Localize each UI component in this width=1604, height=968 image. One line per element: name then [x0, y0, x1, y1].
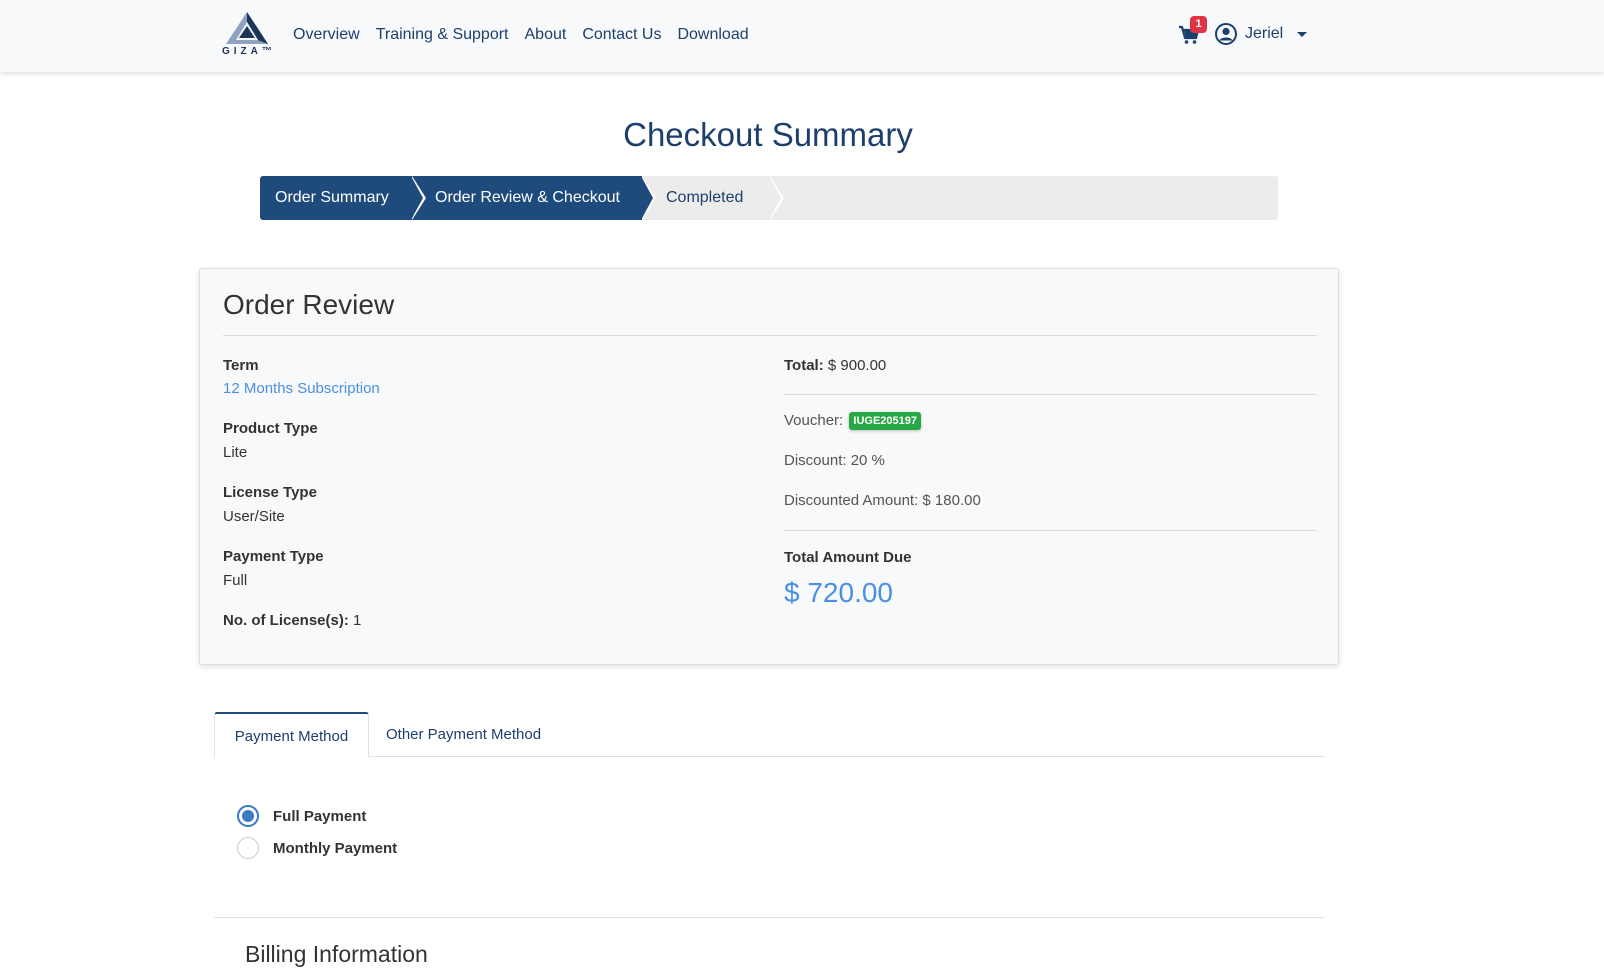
radio-button[interactable]	[237, 837, 259, 859]
divider	[223, 335, 1317, 336]
step-arrow	[411, 176, 423, 220]
cart-count-badge: 1	[1190, 16, 1207, 33]
nav-download[interactable]: Download	[677, 24, 748, 46]
licenses-label: No. of License(s):	[223, 612, 349, 629]
billing-information-title: Billing Information	[245, 941, 428, 967]
full-payment-label: Full Payment	[273, 807, 367, 825]
discounted-amount-label: Discounted Amount:	[784, 492, 919, 509]
order-review-title: Order Review	[223, 289, 395, 320]
discount-row: Discount: 20 %	[784, 452, 885, 469]
license-type-label: License Type	[223, 484, 317, 501]
tab-payment-method[interactable]: Payment Method	[214, 712, 369, 757]
step-order-review-checkout[interactable]: Order Review & Checkout	[412, 176, 642, 220]
term-value[interactable]: 12 Months Subscription	[223, 380, 380, 397]
logo-text: GIZA™	[222, 46, 276, 57]
licenses-row: No. of License(s): 1	[223, 612, 361, 629]
discounted-amount-row: Discounted Amount: $ 180.00	[784, 492, 981, 509]
total-value: $ 900.00	[827, 357, 887, 374]
payment-type-label: Payment Type	[223, 548, 324, 565]
licenses-value: 1	[353, 612, 362, 629]
step-arrow	[769, 176, 781, 220]
user-menu[interactable]: Jeriel	[1215, 23, 1308, 45]
nav-links: Overview Training & Support About Contac…	[293, 24, 765, 46]
radio-monthly-payment[interactable]: Monthly Payment	[237, 837, 397, 859]
nav-about[interactable]: About	[525, 24, 567, 46]
voucher-label: Voucher:	[784, 412, 844, 429]
total-due-label: Total Amount Due	[784, 549, 912, 566]
order-review-card: Order Review Term 12 Months Subscription…	[199, 268, 1339, 665]
voucher-badge: IUGE205197	[849, 412, 921, 431]
product-type-label: Product Type	[223, 420, 318, 437]
voucher-row: Voucher: IUGE205197	[784, 412, 921, 431]
radio-full-payment[interactable]: Full Payment	[237, 805, 366, 827]
nav-contact-us[interactable]: Contact Us	[582, 24, 661, 46]
tab-other-payment-method[interactable]: Other Payment Method	[386, 712, 541, 757]
product-type-value: Lite	[223, 444, 248, 461]
divider	[784, 530, 1317, 531]
giza-logo-mark	[226, 12, 268, 44]
divider	[784, 394, 1317, 395]
monthly-payment-label: Monthly Payment	[273, 839, 398, 857]
step-arrow	[641, 176, 653, 220]
total-due-amount: $ 720.00	[784, 577, 893, 608]
payment-type-value: Full	[223, 572, 248, 589]
user-circle-icon	[1215, 23, 1237, 45]
radio-button-checked[interactable]	[237, 805, 259, 827]
discount-value: 20 %	[850, 452, 885, 469]
total-row: Total: $ 900.00	[784, 357, 886, 374]
total-label: Total:	[784, 357, 824, 374]
divider	[214, 917, 1325, 918]
nav-overview[interactable]: Overview	[293, 24, 360, 46]
user-name: Jeriel	[1245, 25, 1284, 42]
discount-label: Discount:	[784, 452, 847, 469]
top-navbar: GIZA™ Overview Training & Support About …	[0, 0, 1604, 72]
payment-tabs: Payment Method Other Payment Method	[214, 712, 1325, 757]
discounted-amount-value: $ 180.00	[922, 492, 981, 509]
page-title: Checkout Summary	[623, 116, 913, 153]
giza-logo[interactable]: GIZA™	[222, 10, 272, 60]
nav-training-support[interactable]: Training & Support	[376, 24, 509, 46]
license-type-value: User/Site	[223, 508, 285, 525]
caret-down-icon	[1297, 31, 1308, 37]
step-order-summary[interactable]: Order Summary	[260, 176, 412, 220]
checkout-steps: Order Summary Order Review & Checkout Co…	[260, 176, 1278, 220]
step-completed: Completed	[666, 189, 744, 206]
term-label: Term	[223, 357, 259, 374]
